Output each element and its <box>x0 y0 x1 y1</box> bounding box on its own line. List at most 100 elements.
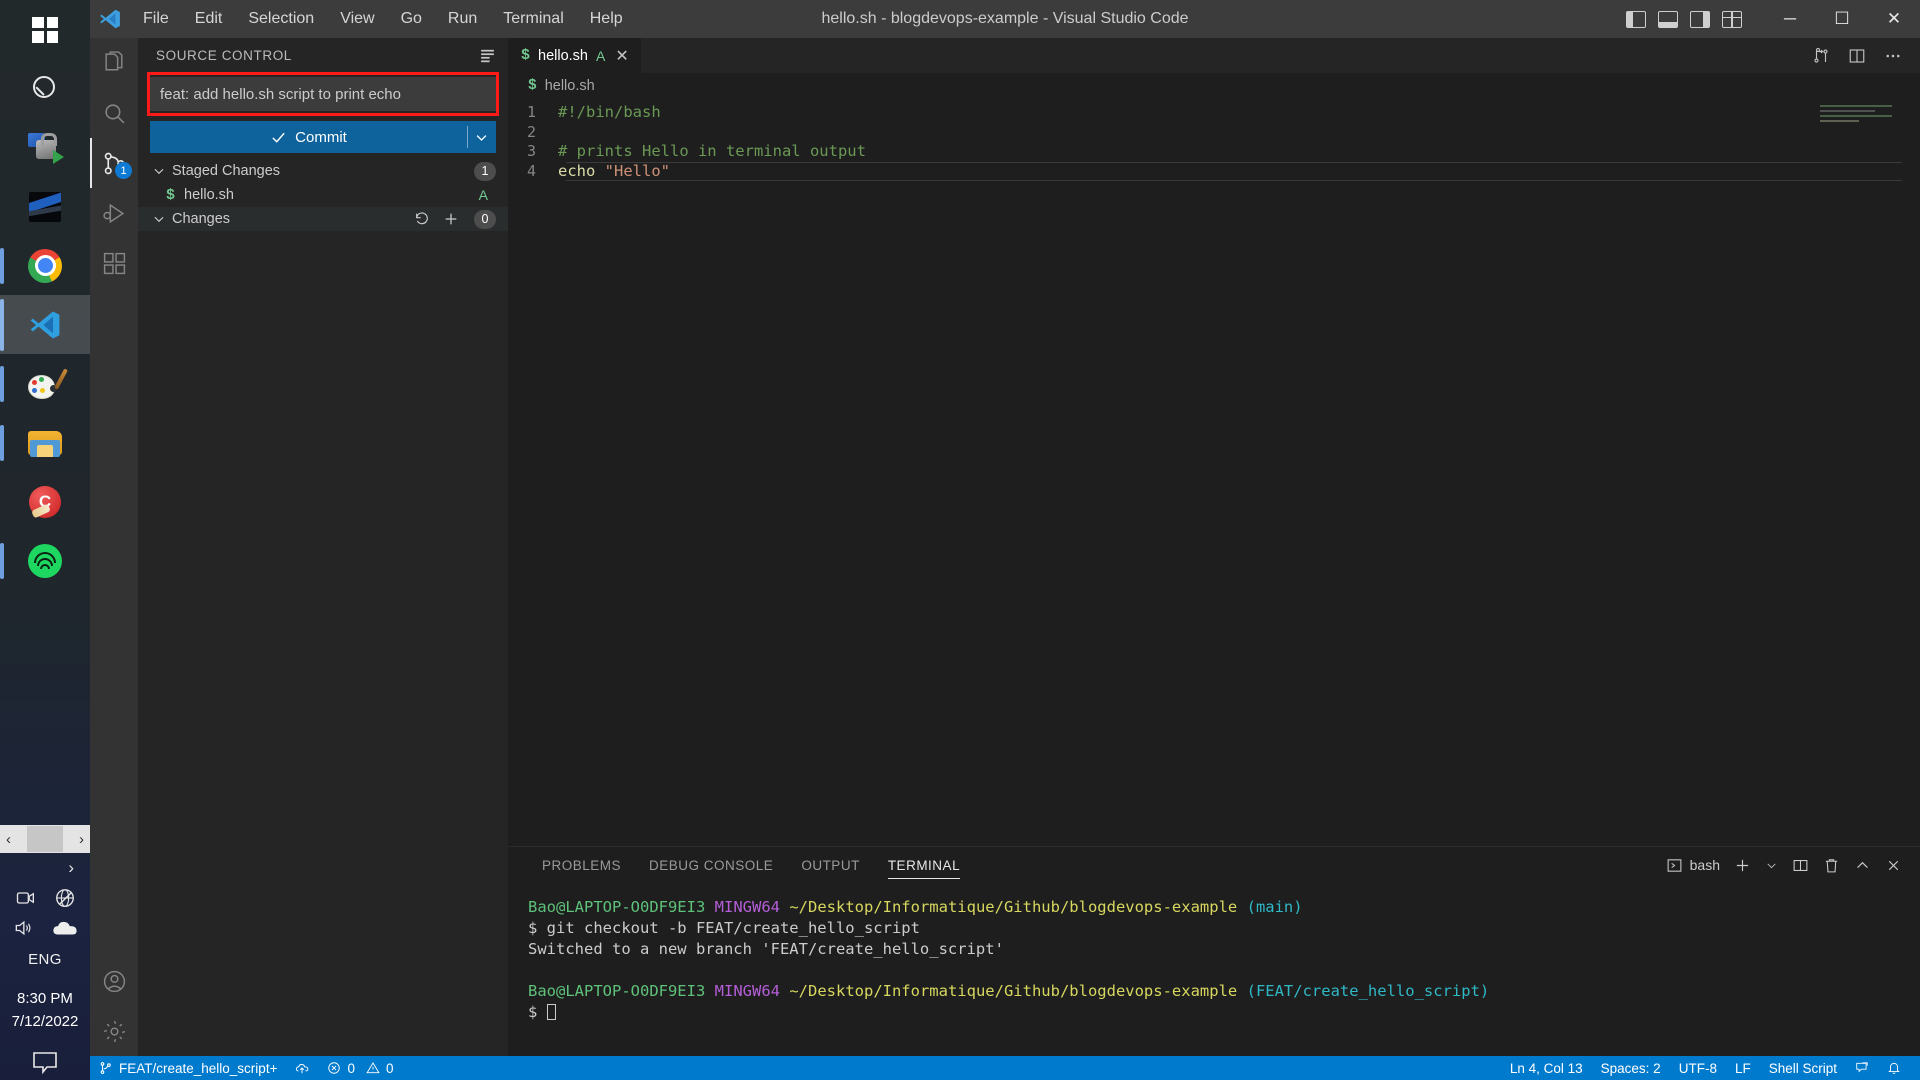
maximize-panel-icon[interactable] <box>1854 857 1871 874</box>
list-item[interactable]: $ hello.sh A <box>138 183 508 207</box>
camera-icon[interactable] <box>14 888 36 908</box>
stage-all-icon[interactable] <box>443 211 459 227</box>
sidebar-item-search[interactable] <box>90 88 138 138</box>
paint-icon <box>28 367 68 399</box>
line-number: 3 <box>526 142 536 160</box>
tray-expand-icon[interactable]: › <box>68 858 74 878</box>
minimize-button[interactable]: ─ <box>1764 0 1816 38</box>
group-staged-changes[interactable]: Staged Changes 1 <box>138 159 508 183</box>
toggle-primary-sidebar-icon[interactable] <box>1626 10 1646 28</box>
volume-icon[interactable] <box>12 918 34 938</box>
menu-edit[interactable]: Edit <box>182 6 236 32</box>
status-cursor-position[interactable]: Ln 4, Col 13 <box>1501 1056 1592 1080</box>
taskbar-item-spotify[interactable] <box>0 531 90 590</box>
taskbar-item-paint[interactable] <box>0 354 90 413</box>
new-terminal-icon[interactable] <box>1734 857 1751 874</box>
terminal-user: Bao@LAPTOP-O0DF9EI3 <box>528 982 706 1000</box>
status-sync[interactable] <box>286 1056 318 1080</box>
panel-actions: bash <box>1666 857 1920 874</box>
sidebar-item-extensions[interactable] <box>90 238 138 288</box>
terminal-output[interactable]: Bao@LAPTOP-O0DF9EI3 MINGW64 ~/Desktop/In… <box>508 883 1920 1056</box>
commit-button[interactable]: Commit <box>150 121 467 153</box>
status-eol[interactable]: LF <box>1726 1056 1760 1080</box>
spotify-icon <box>28 543 62 578</box>
status-problems[interactable]: 0 0 <box>318 1056 402 1080</box>
terminal-host: MINGW64 <box>714 982 780 1000</box>
status-notifications[interactable] <box>1878 1056 1910 1080</box>
commit-message-input[interactable] <box>150 77 496 111</box>
kill-terminal-icon[interactable] <box>1823 857 1840 874</box>
taskbar-item-ccleaner[interactable] <box>0 472 90 531</box>
taskbar-scroll[interactable]: ‹ › <box>0 825 90 853</box>
open-changes-icon[interactable] <box>1812 47 1830 65</box>
sidebar-title: SOURCE CONTROL <box>156 48 292 63</box>
tab-terminal[interactable]: TERMINAL <box>874 847 974 883</box>
status-branch[interactable]: FEAT/create_hello_script+ <box>90 1056 286 1080</box>
toggle-panel-icon[interactable] <box>1658 10 1678 28</box>
close-icon[interactable]: ✕ <box>615 46 628 66</box>
sidebar-item-run-debug[interactable] <box>90 188 138 238</box>
scroll-right-icon[interactable]: › <box>79 831 84 848</box>
menu-run[interactable]: Run <box>435 6 490 32</box>
tab-label: hello.sh <box>538 47 588 64</box>
code-editor[interactable]: 1 #!/bin/bash 2 3 # prints Hello in term… <box>508 99 1920 846</box>
status-encoding[interactable]: UTF-8 <box>1670 1056 1726 1080</box>
taskbar-item-vscode[interactable] <box>0 295 90 354</box>
tab-debug-console[interactable]: DEBUG CONSOLE <box>635 847 787 883</box>
ccleaner-icon <box>29 485 61 518</box>
status-feedback[interactable] <box>1846 1056 1878 1080</box>
sidebar-item-source-control[interactable]: 1 <box>90 138 138 188</box>
taskbar-item-app[interactable] <box>0 177 90 236</box>
tab-problems[interactable]: PROBLEMS <box>528 847 635 883</box>
status-indentation[interactable]: Spaces: 2 <box>1592 1056 1670 1080</box>
close-button[interactable]: ✕ <box>1868 0 1920 38</box>
customize-layout-icon[interactable] <box>1722 10 1742 28</box>
terminal-dropdown-icon[interactable] <box>1765 859 1778 872</box>
scroll-thumb[interactable] <box>27 826 63 852</box>
language-indicator[interactable]: ENG <box>28 951 62 968</box>
chrome-icon <box>28 248 62 283</box>
group-changes[interactable]: Changes 0 <box>138 207 508 231</box>
taskbar-item-chrome[interactable] <box>0 236 90 295</box>
split-terminal-icon[interactable] <box>1792 857 1809 874</box>
breadcrumb[interactable]: $ hello.sh <box>508 73 1920 99</box>
start-button[interactable] <box>0 0 90 59</box>
tab-output[interactable]: OUTPUT <box>787 847 874 883</box>
taskbar-item-explorer[interactable] <box>0 413 90 472</box>
menu-go[interactable]: Go <box>388 6 435 32</box>
menu-terminal[interactable]: Terminal <box>490 6 576 32</box>
commit-dropdown-button[interactable] <box>467 121 496 153</box>
chevron-down-icon <box>154 168 164 175</box>
tab-hello-sh[interactable]: $ hello.sh A ✕ <box>508 38 642 73</box>
accounts-button[interactable] <box>90 956 138 1006</box>
close-panel-icon[interactable] <box>1885 857 1902 874</box>
line-text-keyword: echo <box>558 161 605 180</box>
onedrive-icon[interactable] <box>52 919 78 937</box>
split-editor-icon[interactable] <box>1848 47 1866 65</box>
editor-actions <box>1812 38 1920 73</box>
maximize-button[interactable]: ☐ <box>1816 0 1868 38</box>
menu-view[interactable]: View <box>327 6 387 32</box>
discard-all-icon[interactable] <box>414 211 430 227</box>
action-center-button[interactable] <box>31 1051 59 1080</box>
menu-selection[interactable]: Selection <box>235 6 327 32</box>
menu-file[interactable]: File <box>130 6 182 32</box>
toggle-secondary-sidebar-icon[interactable] <box>1690 10 1710 28</box>
clock-time: 8:30 PM <box>17 990 73 1007</box>
taskbar-item-vault[interactable] <box>0 118 90 177</box>
menu-help[interactable]: Help <box>577 6 636 32</box>
scroll-left-icon[interactable]: ‹ <box>6 831 11 848</box>
search-button[interactable] <box>0 59 90 118</box>
line-text: #!/bin/bash <box>558 103 661 121</box>
tab-status-badge: A <box>596 47 606 64</box>
windows-logo-icon <box>32 16 58 43</box>
terminal-shell-selector[interactable]: bash <box>1666 857 1720 874</box>
network-disconnected-icon[interactable] <box>54 887 76 909</box>
status-language-mode[interactable]: Shell Script <box>1760 1056 1846 1080</box>
settings-button[interactable] <box>90 1006 138 1056</box>
sidebar-item-explorer[interactable] <box>90 38 138 88</box>
clock[interactable]: 8:30 PM 7/12/2022 <box>12 988 79 1033</box>
view-as-list-icon[interactable] <box>479 47 496 64</box>
minimap[interactable] <box>1820 105 1912 125</box>
more-actions-icon[interactable] <box>1884 47 1902 65</box>
